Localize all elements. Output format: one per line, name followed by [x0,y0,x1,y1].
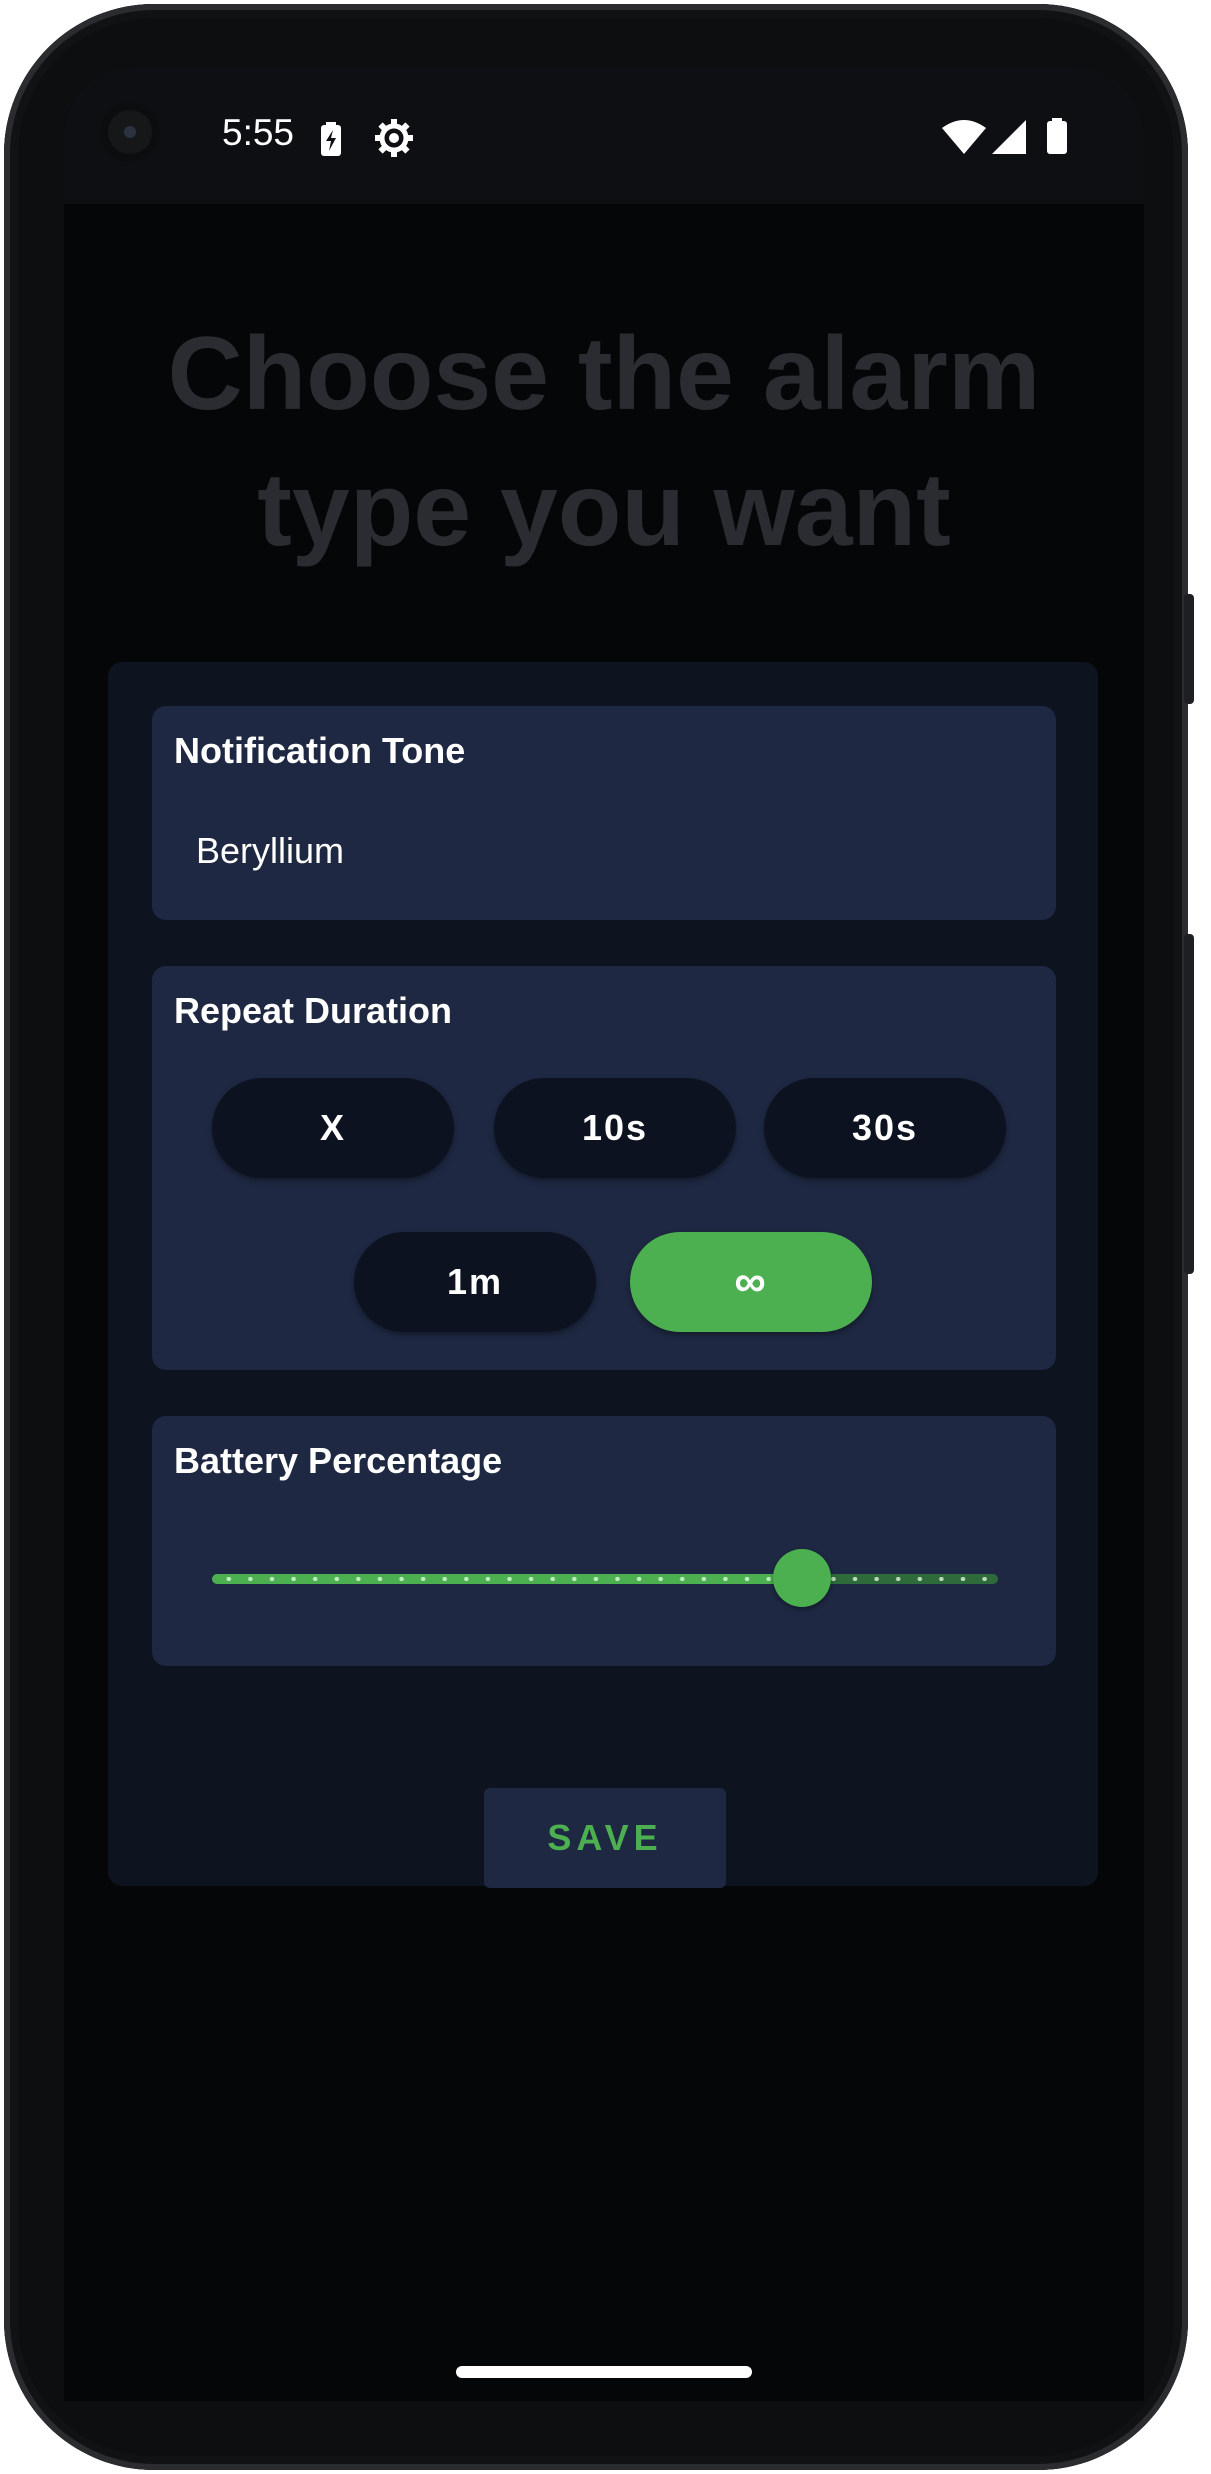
duration-option-x[interactable]: X [212,1078,454,1178]
notification-tone-section[interactable]: Notification Tone Beryllium [152,706,1056,920]
settings-gear-icon [374,118,414,163]
duration-option-10s[interactable]: 10s [494,1078,736,1178]
wifi-icon [942,120,986,159]
battery-percentage-section: Battery Percentage [152,1416,1056,1666]
repeat-duration-section: Repeat Duration X 10s 30s 1m ∞ [152,966,1056,1370]
duration-option-infinite[interactable]: ∞ [630,1232,872,1332]
battery-charging-icon [320,122,342,161]
repeat-duration-title: Repeat Duration [174,990,453,1031]
notification-tone-title: Notification Tone [174,730,466,771]
title-line-2: type you want [257,452,951,568]
save-button[interactable]: SAVE [484,1788,726,1888]
volume-button [1184,934,1194,1274]
page-title: Choose the alarm type you want [64,306,1144,578]
battery-slider-thumb[interactable] [772,1549,831,1607]
cellular-signal-icon [992,120,1026,159]
duration-option-1m[interactable]: 1m [354,1232,596,1332]
battery-icon [1046,118,1068,159]
title-line-1: Choose the alarm [167,316,1041,432]
status-time: 5:55 [222,112,295,153]
home-indicator[interactable] [456,2366,752,2378]
battery-percentage-title: Battery Percentage [174,1440,503,1481]
battery-slider-ticks [218,1577,992,1581]
battery-slider-track[interactable] [212,1574,998,1584]
front-camera [100,102,160,162]
phone-frame: 5:55 Choose the alarm type you want Noti… [4,4,1194,2470]
app-screen: 5:55 Choose the alarm type you want Noti… [64,66,1144,2401]
alarm-settings-card: Notification Tone Beryllium Repeat Durat… [108,662,1098,1888]
duration-option-30s[interactable]: 30s [764,1078,1006,1178]
notification-tone-value[interactable]: Beryllium [196,830,344,872]
status-bar: 5:55 [64,66,1144,204]
power-button [1184,594,1194,704]
